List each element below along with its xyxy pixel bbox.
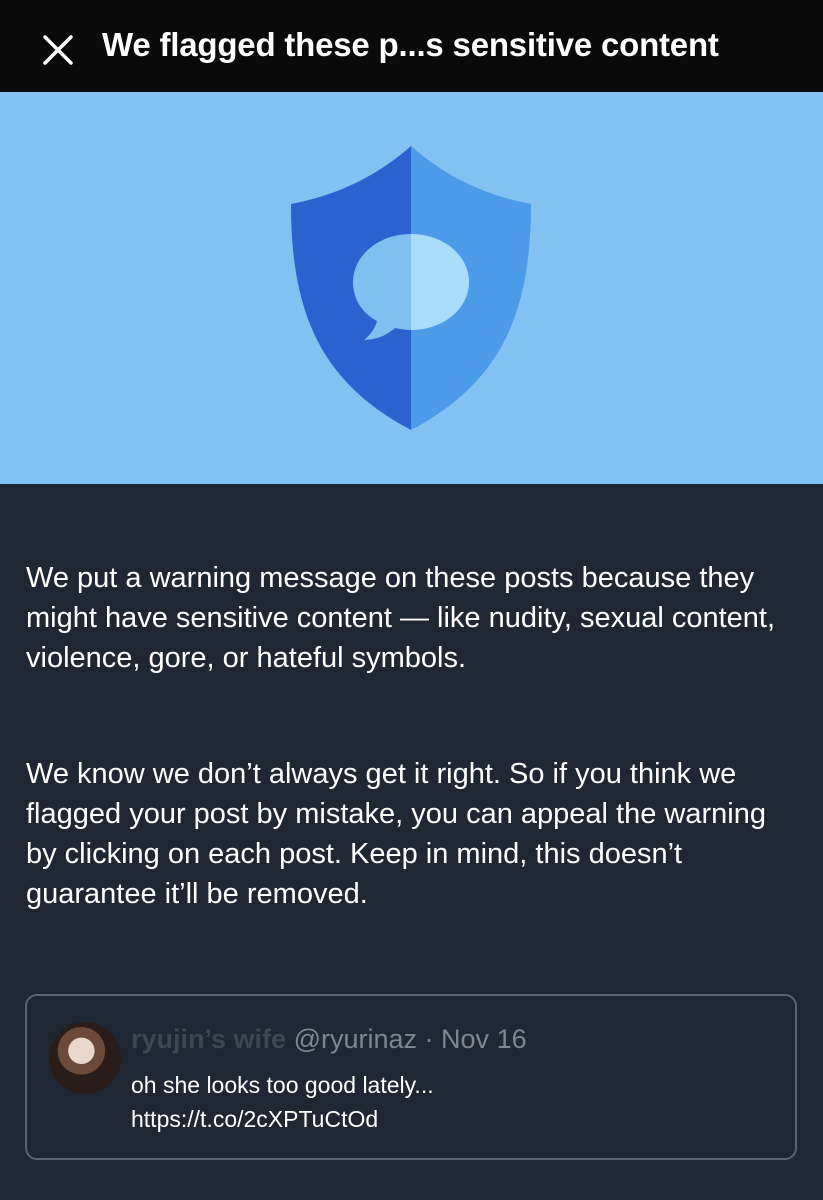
close-icon [43,35,73,65]
top-bar: We flagged these p...s sensitive content [0,0,823,92]
appeal-paragraph: We know we don’t always get it right. So… [26,758,766,910]
hero-banner [0,92,823,484]
close-button[interactable] [36,28,80,72]
separator-dot: · [424,1024,434,1054]
user-handle[interactable]: @ryurinaz [294,1024,417,1054]
post-link[interactable]: https://t.co/2cXPTuCtOd [131,1102,434,1136]
post-text-line: oh she looks too good lately... [131,1072,434,1098]
post-date: Nov 16 [441,1024,527,1054]
explanation-paragraph: We put a warning message on these posts … [26,562,776,674]
quoted-post-card[interactable]: ryujin’s wife @ryurinaz · Nov 16 oh she … [25,994,797,1160]
page-title: We flagged these p...s sensitive content [102,26,719,63]
avatar[interactable] [49,1022,121,1094]
shield-chat-icon [291,146,531,430]
display-name[interactable]: ryujin’s wife [131,1024,286,1054]
post-text: oh she looks too good lately... https://… [131,1068,434,1136]
post-header: ryujin’s wife @ryurinaz · Nov 16 [131,1024,527,1055]
